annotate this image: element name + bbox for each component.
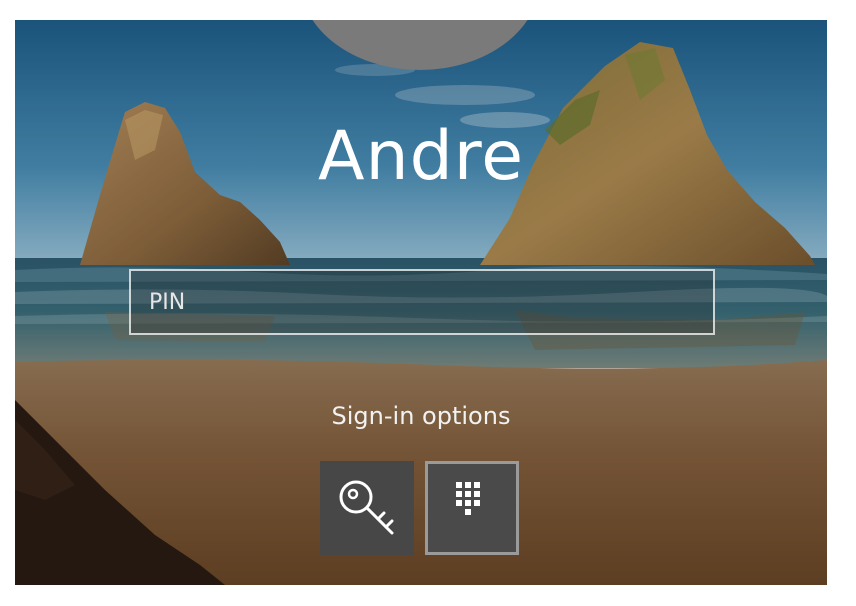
- key-icon: [339, 480, 394, 535]
- lock-screen: Andre Sign-in options: [15, 20, 827, 585]
- password-sign-in-option-button[interactable]: [320, 461, 414, 555]
- pin-input[interactable]: [131, 271, 713, 333]
- pin-field-container: [129, 269, 715, 335]
- pin-keypad-icon: [456, 482, 480, 515]
- user-name: Andre: [317, 117, 525, 196]
- sign-in-options-link[interactable]: Sign-in options: [15, 398, 827, 434]
- pin-sign-in-option-button[interactable]: [425, 461, 519, 555]
